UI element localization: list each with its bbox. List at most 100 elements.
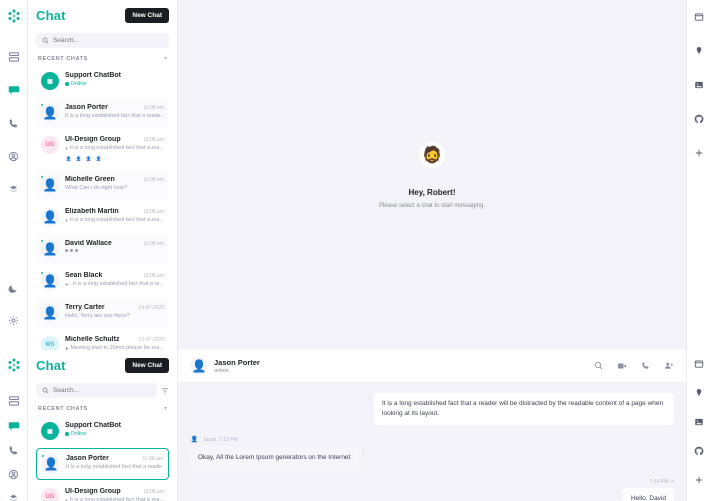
avatar: 👤 — [190, 435, 199, 445]
message-group: 7:14 PM ↗ ⋮ Hello, David — [190, 479, 674, 501]
chat-list-item[interactable]: 👤 Jason Porter 11:08 am It is a long establ… — [36, 448, 169, 480]
image-icon[interactable] — [689, 415, 709, 430]
chevron-down-icon[interactable]: ▾ — [164, 405, 167, 412]
phone-icon[interactable] — [4, 113, 24, 133]
window-icon[interactable] — [689, 357, 709, 372]
chat-item-body: UI-Design Group 11:08 am It is a long esta… — [65, 488, 164, 501]
video-icon[interactable] — [617, 361, 627, 371]
chat-item-time: 11:08 am — [143, 137, 164, 143]
message-row: ⋮ It is a long established fact that a re… — [190, 393, 674, 426]
logo-icon[interactable] — [5, 7, 23, 25]
search-box[interactable] — [36, 383, 157, 398]
search-row — [36, 33, 169, 48]
message-time: 7:14 PM ↗ — [649, 479, 674, 486]
dashboard-icon[interactable] — [4, 47, 24, 67]
recent-chats-header-2[interactable]: RECENT CHATS ▾ — [36, 405, 169, 416]
chat-list-item[interactable]: UG UI-Design Group 11:08 am It is a long es… — [36, 130, 169, 168]
contacts-icon[interactable] — [4, 469, 24, 480]
new-chat-button[interactable]: New Chat — [125, 358, 169, 373]
left-rail — [0, 0, 28, 350]
dark-mode-icon[interactable] — [4, 278, 24, 298]
chat-list-item[interactable]: ▣ Support ChatBot Online — [36, 416, 169, 446]
chat-list-item[interactable]: 👤 Jason Porter 11:08 am It is a long establ… — [36, 98, 169, 128]
message-menu-icon[interactable]: ⋮ — [364, 393, 374, 403]
pin-icon[interactable] — [689, 386, 709, 401]
chat-item-name: Sean Black — [65, 272, 103, 279]
conversation-header: 👤 Jason Porter online — [178, 350, 686, 383]
apps-icon[interactable] — [4, 493, 24, 501]
settings-icon[interactable] — [4, 310, 24, 330]
chat-list-item[interactable]: MS Michelle Schultz 13-07-2020 Meeting star… — [36, 330, 169, 350]
chat-list-item[interactable]: 👤 David Wallace 11:08 am — [36, 234, 169, 264]
avatar: UG — [41, 136, 59, 154]
apps-icon[interactable] — [4, 179, 24, 199]
avatar: 👤 — [41, 208, 59, 226]
empty-heading: Hey, Robert! — [408, 187, 456, 197]
recent-chats-header[interactable]: RECENT CHATS ▾ — [36, 55, 169, 66]
chat-list-item[interactable]: UG UI-Design Group 11:08 am It is a long es… — [36, 482, 169, 501]
message-meta: 👤 Jason, 7:13 PM — [190, 435, 674, 445]
search-icon[interactable] — [594, 361, 603, 371]
chat-item-body: UI-Design Group 11:08 am It is a long esta… — [65, 136, 164, 162]
plus-icon[interactable] — [689, 143, 709, 163]
search-box[interactable] — [36, 33, 169, 48]
github-icon[interactable] — [689, 443, 709, 458]
message-row: ⋮ Hello, David — [190, 488, 674, 501]
filter-icon[interactable] — [161, 387, 169, 395]
chat-list-item[interactable]: 👤 Sean Black 11:08 am It is a long establis… — [36, 266, 169, 296]
message-bubble: Okay, All the Lorem Ipsum generators on … — [190, 447, 359, 470]
chat-list-item[interactable]: 👤 Elizabeth Martin 11:08 am It is a long es… — [36, 202, 169, 232]
chat-item-preview: Hello, Terry are you there? — [65, 313, 130, 319]
chat-list-item[interactable]: 👤 Michelle Green 11:08 am What Can i do rig… — [36, 170, 169, 200]
contacts-icon[interactable] — [4, 146, 24, 166]
message-menu-icon[interactable]: ⋮ — [613, 488, 623, 498]
window-icon[interactable] — [689, 7, 709, 27]
github-icon[interactable] — [689, 109, 709, 129]
image-icon[interactable] — [689, 75, 709, 95]
online-indicator — [40, 103, 44, 107]
plus-icon[interactable] — [689, 472, 709, 487]
reply-icon — [65, 282, 70, 286]
panel-top: Chat New Chat RECENT CHATS ▾ — [0, 0, 710, 350]
chat-item-top: Terry Carter 14-07-2020 — [65, 304, 164, 311]
phone-icon[interactable] — [4, 445, 24, 456]
chat-list-item[interactable]: ▣ Support ChatBot Online — [36, 66, 169, 96]
chat-item-body: Elizabeth Martin 11:08 am It is a long est… — [65, 208, 164, 223]
chat-item-name: Support ChatBot — [65, 72, 121, 79]
chat-list[interactable]: ▣ Support ChatBot Online 👤 Jason Porter 11:08… — [36, 66, 169, 350]
search-input[interactable] — [53, 387, 151, 394]
chat-item-name: Elizabeth Martin — [65, 208, 119, 215]
phone-icon[interactable] — [641, 361, 650, 371]
member-avatar: 👤 — [95, 155, 102, 162]
add-user-icon[interactable] — [664, 361, 674, 371]
chat-list[interactable]: ▣ Support ChatBot Online 👤 Jason Porter 11:08… — [36, 416, 169, 501]
chat-icon[interactable] — [4, 420, 24, 432]
chat-item-preview: It is a long established fact that a rea… — [65, 497, 164, 501]
document-icon — [65, 218, 68, 222]
dashboard-icon[interactable] — [4, 395, 24, 407]
avatar: 👤 — [40, 175, 59, 194]
chat-list-item[interactable]: 👤 Terry Carter 14-07-2020 Hello, Terry are … — [36, 298, 169, 328]
search-input[interactable] — [53, 37, 163, 44]
search-icon — [42, 37, 49, 44]
message-menu-icon[interactable]: ⋮ — [358, 447, 368, 457]
avatar: 👤 — [40, 103, 59, 122]
chat-item-name: UI-Design Group — [65, 136, 121, 143]
online-indicator — [40, 239, 44, 243]
chat-item-top: Elizabeth Martin 11:08 am — [65, 208, 164, 215]
chat-icon[interactable] — [4, 80, 24, 100]
chevron-down-icon[interactable]: ▾ — [164, 55, 167, 62]
avatar: ▣ — [41, 72, 59, 90]
new-chat-button[interactable]: New Chat — [125, 8, 169, 23]
chat-item-time: 11:08 am — [143, 273, 164, 279]
chat-item-time: 11:08 am — [143, 489, 164, 495]
page-title: Chat — [36, 358, 66, 373]
message-group: ⋮ It is a long established fact that a re… — [190, 393, 674, 426]
logo-icon[interactable] — [5, 357, 23, 373]
chat-item-body: Support ChatBot Online — [65, 72, 164, 87]
chat-item-preview: It is a long established fact that a rea… — [65, 217, 164, 223]
pin-icon[interactable] — [689, 41, 709, 61]
search-icon — [42, 387, 49, 394]
chat-item-preview: It is a long established fact that a re.… — [65, 281, 164, 287]
recent-chats-label: RECENT CHATS — [38, 55, 88, 62]
